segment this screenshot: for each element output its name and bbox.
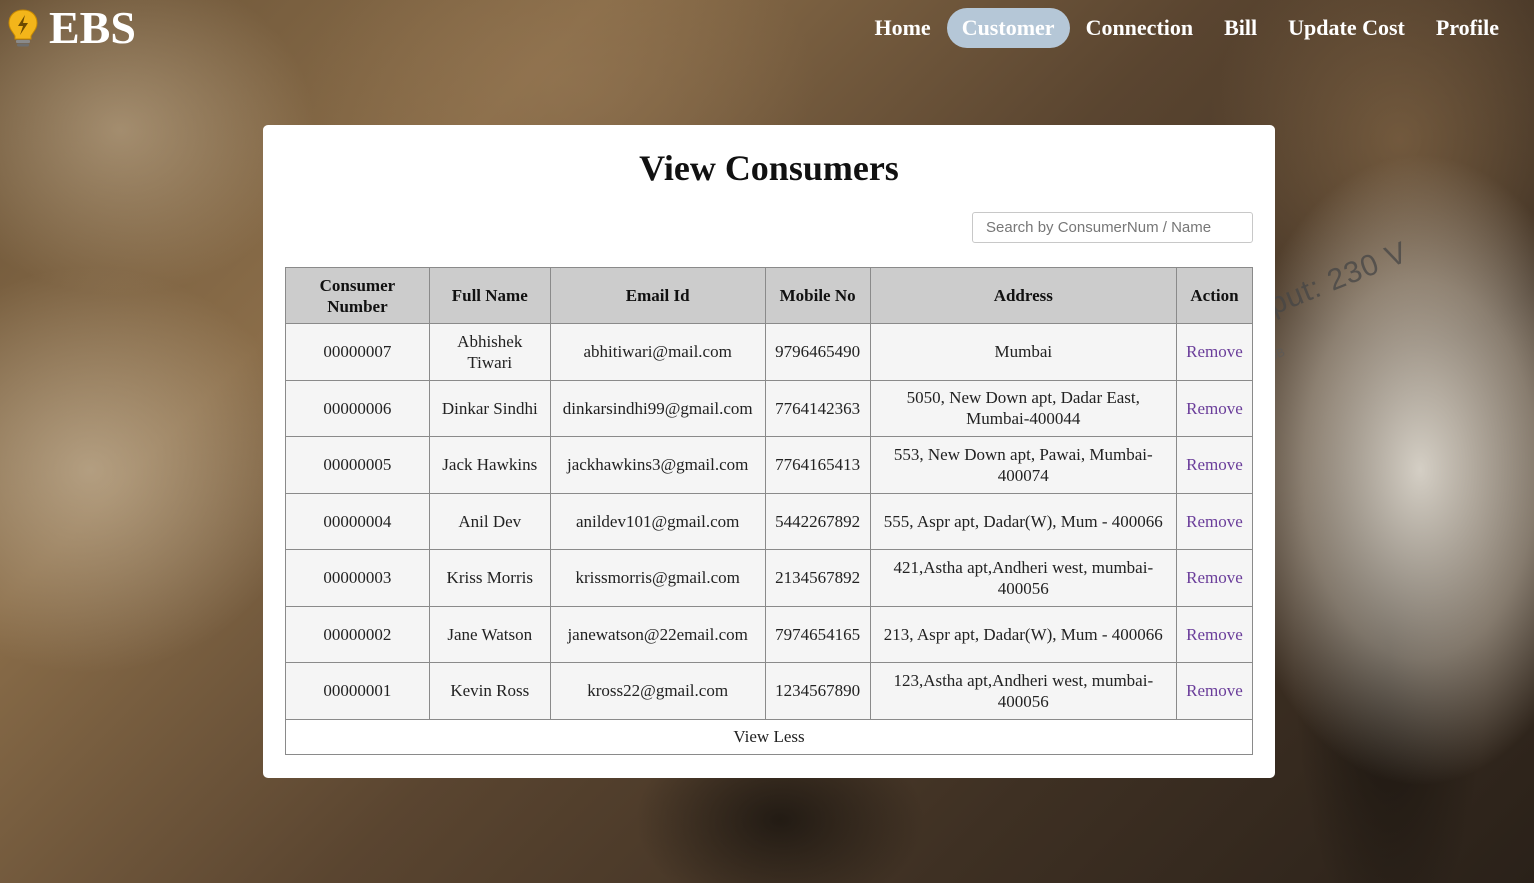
cell-consumer-number: 00000007 — [285, 323, 430, 381]
cell-mobile: 9796465490 — [764, 323, 871, 381]
cell-action: Remove — [1175, 605, 1254, 663]
nav-customer[interactable]: Customer — [946, 8, 1070, 48]
cell-full-name: Anil Dev — [428, 492, 551, 550]
table-header-row: Consumer Number Full Name Email Id Mobil… — [285, 267, 1254, 324]
cell-address: 5050, New Down apt, Dadar East, Mumbai-4… — [869, 379, 1177, 437]
cell-full-name: Abhishek Tiwari — [428, 323, 551, 381]
cell-full-name: Kriss Morris — [428, 549, 551, 607]
cell-email: janewatson@22email.com — [549, 605, 766, 663]
nav-home[interactable]: Home — [859, 8, 945, 48]
cell-email: krissmorris@gmail.com — [549, 549, 766, 607]
table-row: 00000002 Jane Watson janewatson@22email.… — [285, 605, 1254, 663]
cell-mobile: 7974654165 — [764, 605, 871, 663]
nav-bill[interactable]: Bill — [1209, 8, 1272, 48]
header-consumer-number: Consumer Number — [285, 267, 430, 324]
cell-action: Remove — [1175, 492, 1254, 550]
cell-full-name: Jack Hawkins — [428, 436, 551, 494]
cell-address: 421,Astha apt,Andheri west, mumbai-40005… — [869, 549, 1177, 607]
table-row: 00000004 Anil Dev anildev101@gmail.com 5… — [285, 492, 1254, 550]
cell-email: jackhawkins3@gmail.com — [549, 436, 766, 494]
consumers-card: View Consumers Consumer Number Full Name… — [263, 125, 1275, 778]
main-nav: Home Customer Connection Bill Update Cos… — [859, 8, 1514, 48]
remove-link[interactable]: Remove — [1186, 399, 1243, 418]
cell-address: 213, Aspr apt, Dadar(W), Mum - 400066 — [869, 605, 1177, 663]
cell-mobile: 7764165413 — [764, 436, 871, 494]
remove-link[interactable]: Remove — [1186, 568, 1243, 587]
cell-consumer-number: 00000005 — [285, 436, 430, 494]
cell-full-name: Jane Watson — [428, 605, 551, 663]
remove-link[interactable]: Remove — [1186, 625, 1243, 644]
table-row: 00000006 Dinkar Sindhi dinkarsindhi99@gm… — [285, 379, 1254, 437]
cell-address: 553, New Down apt, Pawai, Mumbai-400074 — [869, 436, 1177, 494]
cell-mobile: 7764142363 — [764, 379, 871, 437]
cell-action: Remove — [1175, 662, 1254, 720]
cell-email: kross22@gmail.com — [549, 662, 766, 720]
cell-full-name: Kevin Ross — [428, 662, 551, 720]
nav-connection[interactable]: Connection — [1071, 8, 1209, 48]
cell-action: Remove — [1175, 323, 1254, 381]
table-row: 00000001 Kevin Ross kross22@gmail.com 12… — [285, 662, 1254, 720]
remove-link[interactable]: Remove — [1186, 342, 1243, 361]
brand-name: EBS — [49, 2, 136, 53]
cell-address: 555, Aspr apt, Dadar(W), Mum - 400066 — [869, 492, 1177, 550]
header-email-id: Email Id — [549, 267, 766, 324]
header-action: Action — [1175, 267, 1254, 324]
cell-mobile: 2134567892 — [764, 549, 871, 607]
cell-mobile: 5442267892 — [764, 492, 871, 550]
lightbulb-bolt-icon — [8, 9, 38, 47]
cell-email: abhitiwari@mail.com — [549, 323, 766, 381]
view-less-button[interactable]: View Less — [285, 718, 1253, 755]
remove-link[interactable]: Remove — [1186, 512, 1243, 531]
table-footer-row: View Less — [285, 718, 1253, 755]
cell-action: Remove — [1175, 436, 1254, 494]
search-input[interactable] — [972, 212, 1253, 243]
cell-consumer-number: 00000003 — [285, 549, 430, 607]
table-row: 00000005 Jack Hawkins jackhawkins3@gmail… — [285, 436, 1254, 494]
header-address: Address — [869, 267, 1177, 324]
cell-consumer-number: 00000002 — [285, 605, 430, 663]
remove-link[interactable]: Remove — [1186, 455, 1243, 474]
table-row: 00000003 Kriss Morris krissmorris@gmail.… — [285, 549, 1254, 607]
page-title: View Consumers — [639, 148, 899, 188]
brand[interactable]: EBS — [6, 4, 136, 52]
table-row: 00000007 Abhishek Tiwari abhitiwari@mail… — [285, 323, 1254, 381]
cell-email: dinkarsindhi99@gmail.com — [549, 379, 766, 437]
cell-action: Remove — [1175, 549, 1254, 607]
cell-mobile: 1234567890 — [764, 662, 871, 720]
remove-link[interactable]: Remove — [1186, 681, 1243, 700]
cell-action: Remove — [1175, 379, 1254, 437]
navbar: EBS Home Customer Connection Bill Update… — [0, 0, 1534, 58]
cell-address: 123,Astha apt,Andheri west, mumbai-40005… — [869, 662, 1177, 720]
cell-email: anildev101@gmail.com — [549, 492, 766, 550]
consumers-table: Consumer Number Full Name Email Id Mobil… — [285, 267, 1254, 755]
cell-consumer-number: 00000001 — [285, 662, 430, 720]
nav-update-cost[interactable]: Update Cost — [1273, 8, 1420, 48]
cell-address: Mumbai — [869, 323, 1177, 381]
header-full-name: Full Name — [428, 267, 551, 324]
cell-consumer-number: 00000004 — [285, 492, 430, 550]
header-mobile-no: Mobile No — [764, 267, 871, 324]
nav-profile[interactable]: Profile — [1421, 8, 1514, 48]
cell-consumer-number: 00000006 — [285, 379, 430, 437]
cell-full-name: Dinkar Sindhi — [428, 379, 551, 437]
